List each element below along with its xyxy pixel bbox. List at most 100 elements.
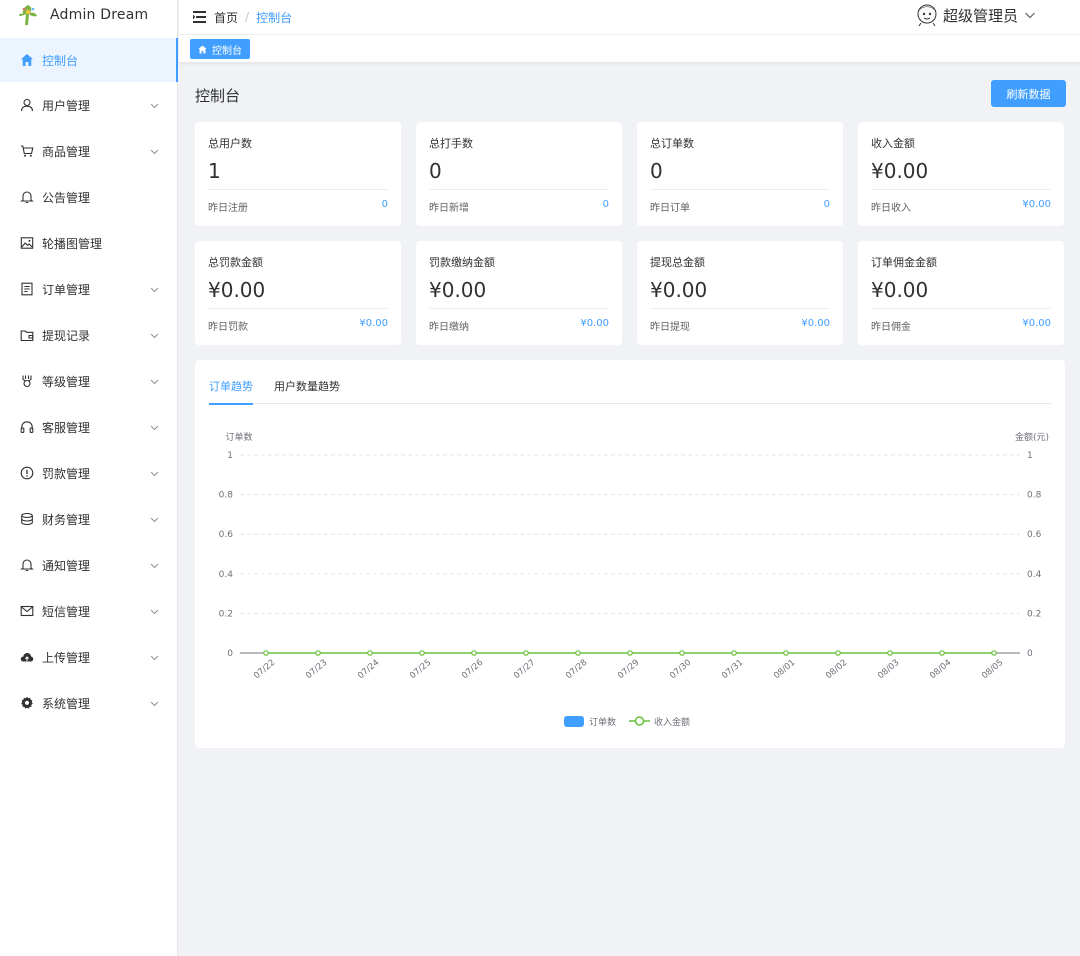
stat-value: ¥0.00 (208, 278, 266, 302)
stat-sub-value: 0 (823, 199, 830, 210)
stat-divider (429, 308, 609, 309)
stat-sub-label: 昨日订单 (650, 203, 690, 214)
sidebar-item-5[interactable]: 订单管理 (0, 266, 177, 312)
top-header: 首页 / 控制台 超级管理员 (179, 0, 1080, 34)
stat-sub-value: ¥0.00 (1022, 318, 1051, 329)
legend-label-bar: 订单数 (589, 716, 616, 728)
document-icon (20, 282, 34, 296)
sidebar-item-label: 财务管理 (42, 512, 91, 527)
sidebar-item-9[interactable]: 罚款管理 (0, 450, 177, 496)
sidebar-item-11[interactable]: 通知管理 (0, 542, 177, 588)
chevron-down-icon (150, 515, 159, 524)
user-menu[interactable]: 超级管理员 (916, 2, 1036, 28)
bell-icon (20, 190, 34, 204)
sidebar-item-label: 罚款管理 (42, 466, 91, 481)
medal-icon (20, 374, 34, 388)
x-tick-label: 07/25 (408, 658, 433, 681)
coins-icon (20, 512, 34, 526)
sidebar-item-label: 短信管理 (42, 604, 91, 619)
chart-card: 订单趋势 用户数量趋势 订单数 金额(元) 0 0 0.2 0.2 0.4 0.4 0.6 0.6 0… (195, 360, 1065, 748)
y-tick-left: 0.4 (219, 570, 234, 580)
page-title: 控制台 (195, 87, 241, 105)
chevron-down-icon (150, 561, 159, 570)
sidebar-item-3[interactable]: 公告管理 (0, 174, 177, 220)
stat-sub-label: 昨日佣金 (871, 322, 911, 333)
breadcrumb-separator: / (245, 10, 250, 24)
tag-dashboard[interactable]: 控制台 (190, 39, 250, 59)
sidebar-item-label: 公告管理 (42, 190, 91, 205)
line-point (783, 650, 789, 656)
gear-icon (20, 696, 34, 710)
chevron-down-icon (150, 147, 159, 156)
stat-divider (650, 189, 830, 190)
legend-swatch-bar (564, 716, 584, 727)
y-tick-left: 0 (227, 649, 233, 659)
message-icon (20, 604, 34, 618)
main-content: 控制台 刷新数据 总用户数 1 昨日注册 0 总打手数 0 昨日新增 0 总订单数 0 昨日订单 0 收… (179, 64, 1080, 956)
x-tick-label: 07/30 (668, 658, 693, 681)
sidebar-item-12[interactable]: 短信管理 (0, 588, 177, 634)
tag-label: 控制台 (212, 45, 242, 57)
sidebar: Admin Dream 控制台用户管理商品管理公告管理轮播图管理订单管理提现记录… (0, 0, 178, 956)
chevron-down-icon (150, 285, 159, 294)
chevron-down-icon (150, 469, 159, 478)
sidebar-item-label: 用户管理 (42, 98, 91, 113)
picture-icon (20, 236, 34, 250)
sidebar-item-label: 提现记录 (42, 328, 91, 343)
stat-value: ¥0.00 (650, 278, 708, 302)
stat-sub-label: 昨日提现 (650, 322, 690, 333)
x-tick-label: 08/03 (876, 658, 901, 681)
stat-card: 总打手数 0 昨日新增 0 (416, 122, 622, 226)
line-point (991, 650, 997, 656)
avatar (917, 4, 937, 27)
stat-sub-value: ¥0.00 (801, 318, 830, 329)
y-tick-right: 0.4 (1027, 570, 1042, 580)
x-tick-label: 07/28 (564, 658, 589, 681)
stat-title: 总用户数 (208, 137, 252, 150)
sidebar-item-2[interactable]: 商品管理 (0, 128, 177, 174)
stat-sub-value: ¥0.00 (580, 318, 609, 329)
refresh-data-button[interactable]: 刷新数据 (991, 80, 1066, 107)
sidebar-item-8[interactable]: 客服管理 (0, 404, 177, 450)
x-tick-label: 08/05 (980, 658, 1005, 681)
bell-icon (20, 558, 34, 572)
breadcrumb-home-link[interactable]: 首页 (214, 9, 238, 26)
menu-toggle-icon[interactable] (193, 11, 206, 23)
line-point (315, 650, 321, 656)
stat-title: 罚款缴纳金额 (429, 256, 495, 269)
stat-title: 提现总金额 (650, 256, 705, 269)
stat-divider (429, 189, 609, 190)
breadcrumb: 首页 / 控制台 (214, 9, 292, 26)
sidebar-item-label: 商品管理 (42, 144, 91, 159)
line-point (627, 650, 633, 656)
sidebar-item-0[interactable]: 控制台 (0, 38, 178, 82)
stat-divider (871, 189, 1051, 190)
stat-card: 收入金额 ¥0.00 昨日收入 ¥0.00 (858, 122, 1064, 226)
app-title: Admin Dream (50, 7, 149, 23)
sidebar-item-14[interactable]: 系统管理 (0, 680, 177, 726)
chevron-down-icon (150, 699, 159, 708)
chevron-down-icon (150, 653, 159, 662)
sidebar-item-label: 订单管理 (42, 282, 91, 297)
sidebar-item-10[interactable]: 财务管理 (0, 496, 177, 542)
y-tick-left: 0.2 (219, 609, 233, 619)
sidebar-item-1[interactable]: 用户管理 (0, 82, 177, 128)
x-tick-label: 07/22 (252, 658, 277, 681)
sidebar-item-6[interactable]: 提现记录 (0, 312, 177, 358)
line-point (263, 650, 269, 656)
x-tick-label: 07/27 (512, 658, 537, 681)
y-tick-left: 0.8 (219, 491, 234, 501)
sidebar-item-7[interactable]: 等级管理 (0, 358, 177, 404)
stat-sub-value: 0 (602, 199, 609, 210)
sidebar-item-4[interactable]: 轮播图管理 (0, 220, 177, 266)
stat-sub-label: 昨日注册 (208, 203, 248, 214)
y-tick-left: 0.6 (219, 530, 234, 540)
stat-divider (208, 308, 388, 309)
sidebar-item-13[interactable]: 上传管理 (0, 634, 177, 680)
y-tick-right: 0.2 (1027, 609, 1041, 619)
stat-value: ¥0.00 (871, 278, 929, 302)
stat-value: ¥0.00 (429, 278, 487, 302)
home-icon (20, 53, 34, 67)
stat-divider (208, 189, 388, 190)
stat-value: 0 (429, 159, 442, 183)
